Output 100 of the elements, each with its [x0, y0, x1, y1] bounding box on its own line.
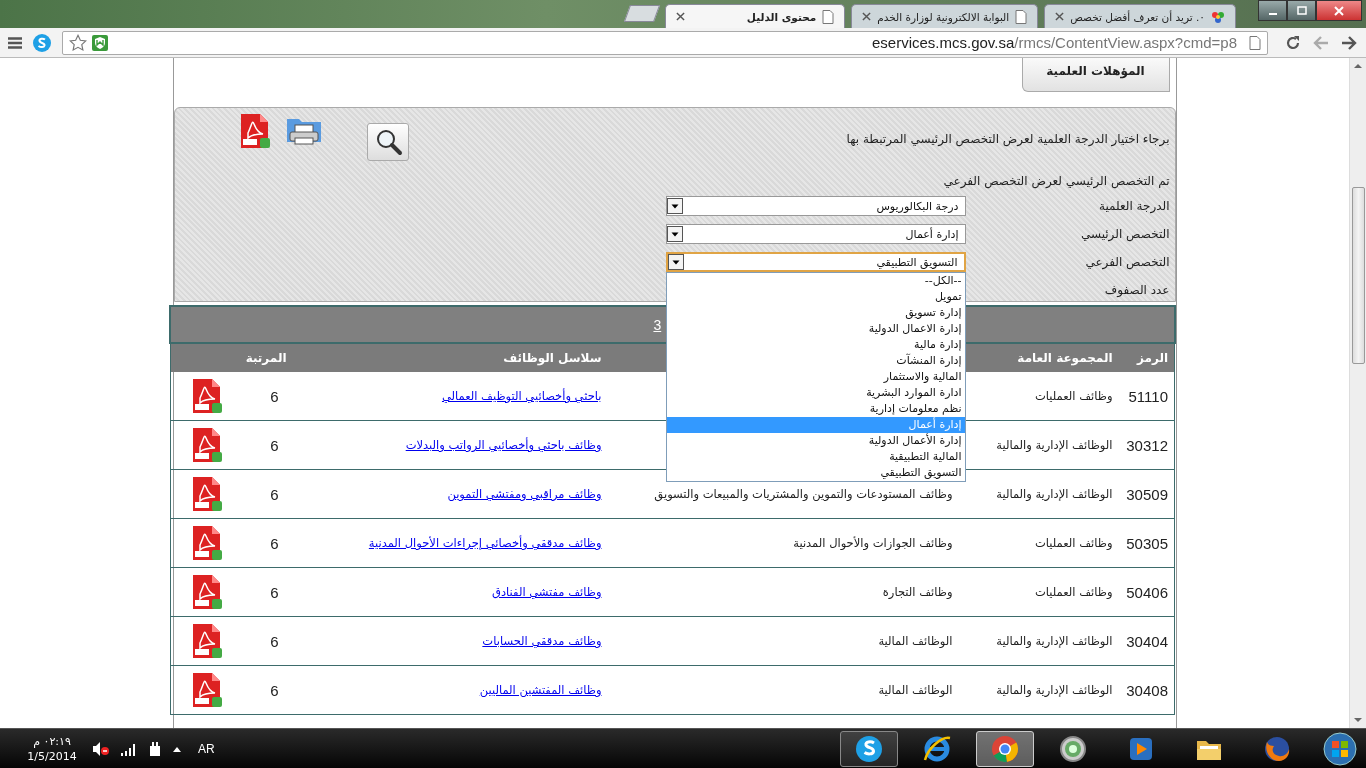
dropdown[interactable]: إدارة أعمال [665, 224, 966, 244]
scroll-thumb[interactable] [1351, 187, 1365, 364]
chrome-icon [990, 733, 1020, 764]
table-cell: 6 [242, 372, 293, 421]
note-text: تم التخصص الرئيسي لعرض التخصص الفرعي [942, 173, 1170, 191]
pdf-icon[interactable] [190, 378, 223, 414]
dropdown-option[interactable]: المالية التطبيقية [666, 449, 965, 465]
close-icon[interactable] [862, 12, 872, 21]
table-cell: 6 [242, 616, 293, 666]
series-link[interactable]: وظائف المفتشين الماليين [479, 683, 602, 697]
caret-icon[interactable] [666, 226, 683, 242]
caret-icon[interactable] [666, 198, 683, 214]
table-cell: 6 [242, 518, 293, 568]
section-tab[interactable]: المؤهلات العلمية [1021, 58, 1170, 92]
search-button[interactable] [366, 123, 409, 161]
dropdown-option[interactable]: نظم معلومات إدارية [666, 401, 965, 417]
pdf-icon[interactable] [238, 113, 271, 149]
url-text: eservices.mcs.gov.sa/rmcs/ContentView.aspx?cmd=p8 [871, 34, 1237, 51]
table-cell: 6 [242, 420, 293, 470]
page-link[interactable]: 3 [653, 317, 662, 333]
menu-icon[interactable] [8, 36, 22, 49]
browser-tab[interactable]: محتوى الدليل [665, 4, 846, 28]
pinwheel-icon [1211, 9, 1225, 24]
dropdown-option[interactable]: ادارة الموارد البشرية [666, 385, 965, 401]
browser-tab[interactable]: ٠. تريد أن تعرف أفضل تخصص [1044, 4, 1236, 28]
dropdown-option[interactable]: إدارة الاعمال الدولية [666, 321, 965, 337]
table-cell: 30509 [1118, 469, 1175, 519]
table-cell: الوظائف الإدارية والمالية [958, 616, 1119, 666]
close-icon [1334, 5, 1344, 16]
table-cell: 30408 [1118, 665, 1175, 715]
column-header: سلاسل الوظائف [292, 343, 608, 372]
field-label: عدد الصفوف [1103, 283, 1170, 297]
instruction-text: برجاء اختيار الدرجة العلمية لعرض التخصص الرئيسي المرتبطة بها [846, 132, 1170, 146]
column-header: الرمز [1118, 343, 1175, 372]
skype-icon[interactable] [32, 32, 52, 53]
clock-time[interactable]: ٠٢:١٩ م [33, 733, 71, 749]
reload-icon[interactable] [1284, 33, 1302, 52]
pdf-icon[interactable] [190, 476, 223, 512]
page-icon [822, 9, 835, 24]
pdf-icon[interactable] [190, 525, 223, 561]
pdf-icon[interactable] [190, 623, 223, 659]
signal-icon[interactable] [120, 741, 138, 756]
field-label: التخصص الفرعي [1084, 255, 1170, 269]
dropdown-option[interactable]: إدارة تسويق [666, 305, 965, 321]
table-cell: 6 [242, 469, 293, 519]
table-cell: 30312 [1118, 420, 1175, 470]
table-cell: وظائف العمليات [958, 567, 1119, 617]
minimize-icon [1268, 12, 1277, 15]
language-indicator[interactable]: AR [198, 741, 215, 756]
forward-arrow-icon[interactable] [1340, 33, 1358, 52]
pdf-icon[interactable] [190, 427, 223, 463]
close-button[interactable] [1316, 0, 1362, 21]
browser-tab[interactable]: البوابة الالكترونية لوزارة الخدم [851, 4, 1039, 28]
table-cell: الوظائف المالية [607, 665, 959, 715]
taskbar-button[interactable] [976, 730, 1034, 767]
table-cell: 50305 [1118, 518, 1175, 568]
page-icon [1249, 35, 1261, 50]
table-cell: الوظائف المالية [607, 616, 959, 666]
close-icon[interactable] [676, 12, 686, 21]
table-cell: 50406 [1118, 567, 1175, 617]
shield-icon[interactable] [91, 33, 109, 52]
table-cell: 6 [242, 567, 293, 617]
table-cell: 6 [242, 665, 293, 715]
dropdown-option[interactable]: إدارة الأعمال الدولية [666, 433, 965, 449]
table-cell: وظائف التجارة [607, 567, 959, 617]
dropdown-option[interactable]: المالية والاستثمار [666, 369, 965, 385]
table-cell: الوظائف الإدارية والمالية [958, 665, 1119, 715]
disc-icon [1058, 733, 1088, 764]
muted-speaker-icon[interactable] [92, 740, 110, 757]
series-link[interactable]: وظائف باحثي وأخصائيي الرواتب والبدلات [405, 438, 602, 452]
table-cell: 30404 [1118, 616, 1175, 666]
series-link[interactable]: باحثي وأخصائيي التوظيف العمالي [441, 389, 602, 403]
series-link[interactable]: وظائف مدققي الحسابات [482, 634, 602, 648]
dropdown-option[interactable]: --الكل-- [666, 273, 965, 289]
pdf-icon[interactable] [190, 672, 223, 708]
dropdown[interactable]: التسويق التطبيقي [665, 252, 966, 272]
taskbar-button[interactable] [840, 730, 898, 767]
start-button[interactable] [1322, 730, 1358, 767]
dropdown[interactable]: درجة البكالوريوس [665, 196, 966, 216]
address-bar[interactable]: eservices.mcs.gov.sa/rmcs/ContentView.aspx?cmd=p8 [62, 30, 1268, 55]
maximize-button[interactable] [1287, 0, 1316, 21]
scrollbar[interactable] [1349, 58, 1366, 728]
power-icon[interactable] [148, 740, 162, 757]
dropdown-option[interactable]: التسويق التطبيقي [666, 465, 965, 481]
dropdown-option[interactable]: تمويل [666, 289, 965, 305]
table-cell: وظائف الجوازات والأحوال المدنية [607, 518, 959, 568]
new-tab-button[interactable] [624, 5, 661, 22]
page-icon [1015, 9, 1028, 24]
field-label: التخصص الرئيسي [1079, 227, 1170, 241]
close-icon[interactable] [1055, 12, 1065, 21]
series-link[interactable]: وظائف مفتشي الفنادق [492, 585, 602, 599]
table-cell: 51110 [1118, 372, 1175, 421]
caret-icon[interactable] [667, 254, 684, 270]
clock-date[interactable]: 1/5/2014 [27, 748, 77, 764]
star-icon[interactable] [69, 33, 87, 52]
pdf-icon[interactable] [190, 574, 223, 610]
minimize-button[interactable] [1258, 0, 1287, 21]
skype-icon [854, 733, 884, 764]
series-link[interactable]: وظائف مراقبي ومفتشي التموين [447, 487, 602, 501]
series-link[interactable]: وظائف مدققي وأخصائي إجراءات الأحوال المدنية [368, 536, 602, 550]
